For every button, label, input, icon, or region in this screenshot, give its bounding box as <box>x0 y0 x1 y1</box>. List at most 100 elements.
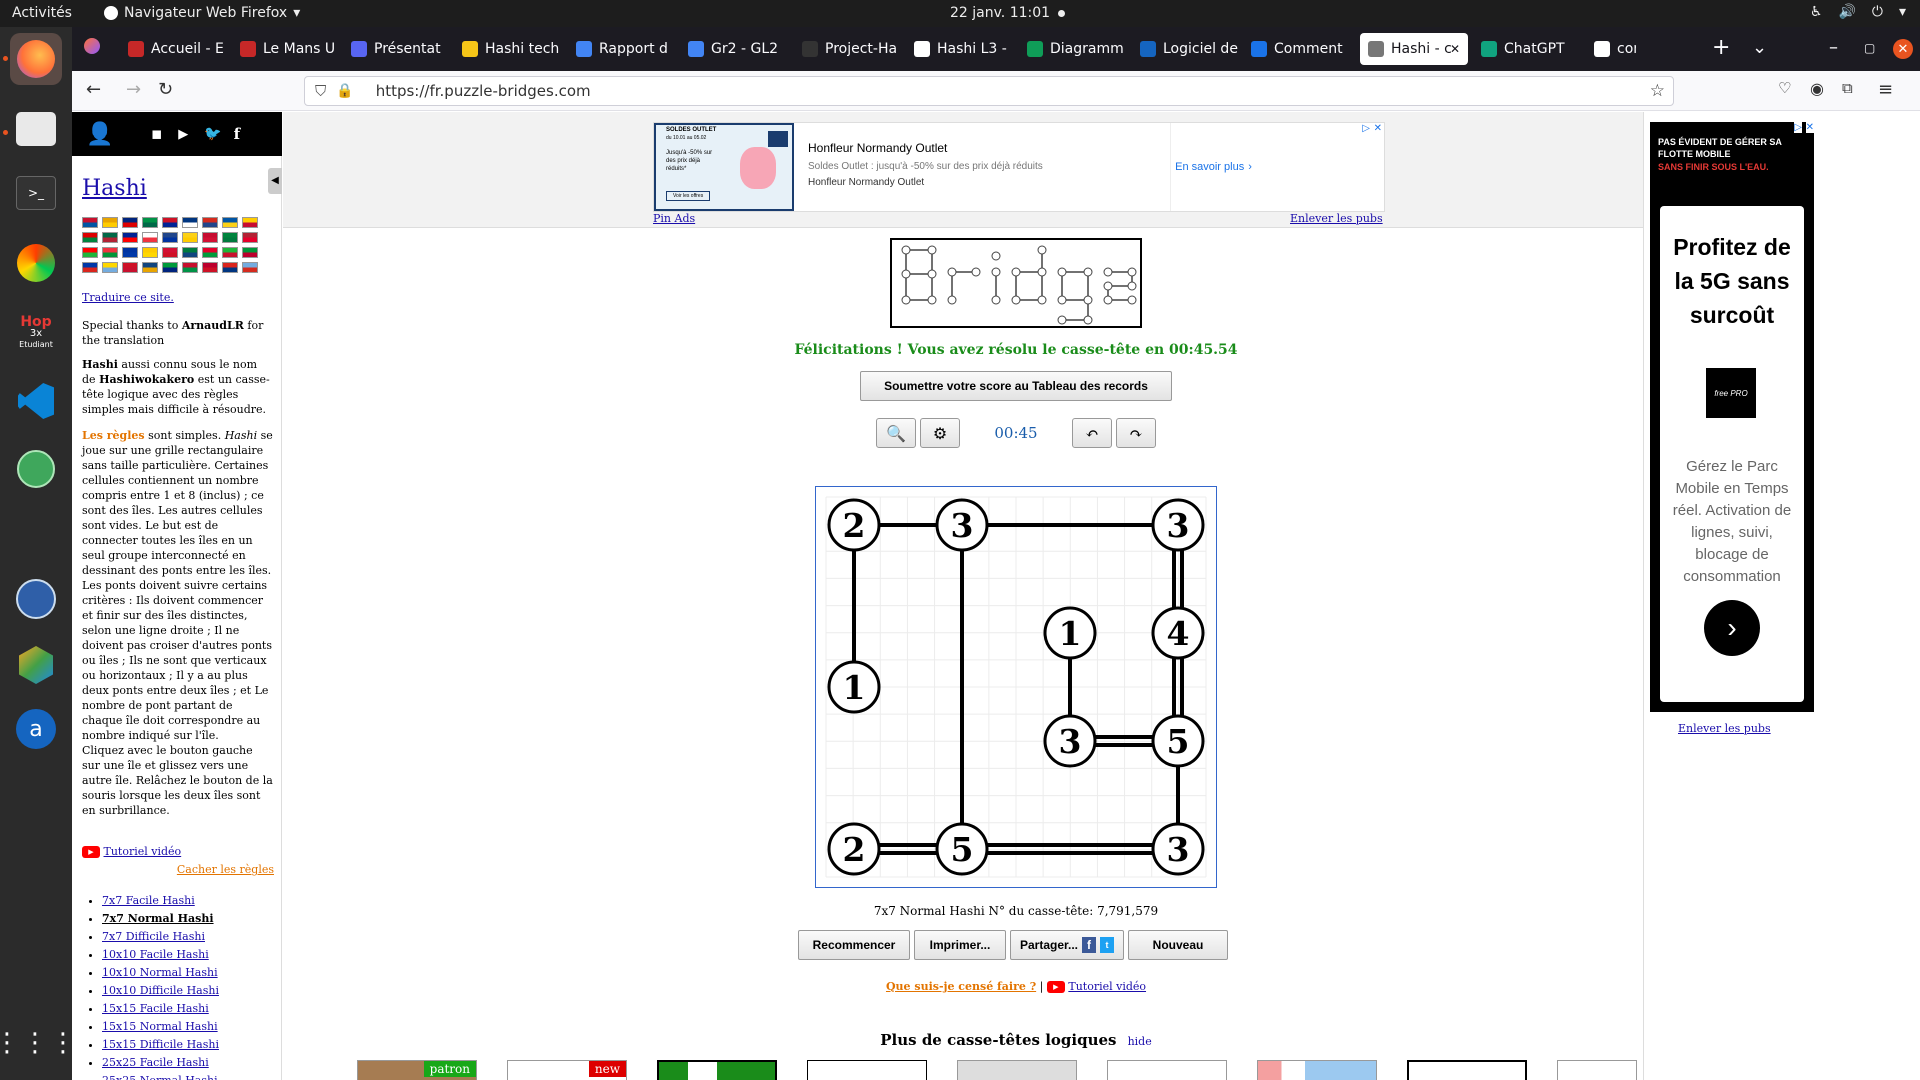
island[interactable]: 3 <box>1151 498 1205 552</box>
tab-5[interactable]: Rapport d <box>568 33 676 65</box>
app-launcher-1[interactable] <box>10 237 62 289</box>
vscode-launcher[interactable] <box>10 375 62 427</box>
twitter-icon[interactable]: t <box>1100 937 1115 953</box>
language-flag-icon[interactable] <box>182 247 198 258</box>
url-bar[interactable]: ⛉ 🔒 https://fr.puzzle-bridges.com ☆ <box>304 76 1674 106</box>
language-flag-icon[interactable] <box>242 232 258 243</box>
cube-launcher[interactable] <box>10 639 62 691</box>
puzzle-thumb-3[interactable] <box>657 1060 777 1080</box>
tab-10[interactable]: Logiciel de <box>1132 33 1240 65</box>
variant-item[interactable]: 15x15 Facile Hashi <box>102 1000 219 1018</box>
side-ad-banner[interactable]: PAS ÉVIDENT DE GÉRER SA FLOTTE MOBILE SA… <box>1650 122 1814 712</box>
language-flag-icon[interactable] <box>162 232 178 243</box>
language-flag-icon[interactable] <box>142 232 158 243</box>
facebook-icon[interactable]: f <box>1082 937 1097 953</box>
variant-link[interactable]: 25x25 Facile Hashi <box>102 1056 209 1069</box>
back-button[interactable]: ← <box>86 79 101 100</box>
user-icon[interactable]: 👤 <box>86 122 113 147</box>
hide-more-link[interactable]: hide <box>1128 1035 1152 1048</box>
variant-item[interactable]: 10x10 Normal Hashi <box>102 964 219 982</box>
language-flag-icon[interactable] <box>82 262 98 273</box>
tab-12[interactable]: Hashi - c ✕ <box>1360 33 1468 65</box>
variant-link[interactable]: 7x7 Normal Hashi <box>102 912 214 925</box>
show-apps-button[interactable]: ⋮⋮⋮ <box>0 1017 76 1069</box>
what-to-do-link[interactable]: Que suis-je censé faire ? <box>886 980 1036 993</box>
language-flag-icon[interactable] <box>162 247 178 258</box>
island[interactable]: 1 <box>1043 606 1097 660</box>
hop3x-launcher[interactable]: Hop 3x Etudiant <box>10 307 62 359</box>
translate-link[interactable]: Traduire ce site. <box>82 290 274 305</box>
puzzle-thumb-7[interactable] <box>1257 1060 1377 1080</box>
island[interactable]: 4 <box>1151 606 1205 660</box>
chevron-down-icon[interactable]: ▾ <box>1899 4 1906 20</box>
island[interactable]: 3 <box>935 498 989 552</box>
language-flag-icon[interactable] <box>182 217 198 228</box>
tab-7[interactable]: Project-Ha <box>794 33 902 65</box>
close-window-button[interactable]: ✕ <box>1893 39 1913 59</box>
language-flag-icon[interactable] <box>102 247 118 258</box>
minimize-button[interactable]: – <box>1829 37 1838 58</box>
variant-item[interactable]: 7x7 Facile Hashi <box>102 892 219 910</box>
language-flag-icon[interactable] <box>82 247 98 258</box>
adchoices-icon[interactable]: ▷ <box>1362 123 1370 134</box>
hide-rules-link[interactable]: Cacher les règles <box>82 862 274 877</box>
close-tab-icon[interactable]: ✕ <box>1450 42 1460 56</box>
app-menu[interactable]: Navigateur Web Firefox ▾ <box>104 5 300 21</box>
puzzle-thumb-6[interactable] <box>1107 1060 1227 1080</box>
language-flag-icon[interactable] <box>102 217 118 228</box>
restart-button[interactable]: Recommencer <box>798 930 910 960</box>
bookmark-star-icon[interactable]: ☆ <box>1650 81 1665 101</box>
language-flag-icon[interactable] <box>222 247 238 258</box>
puzzle-thumb-2[interactable]: new <box>507 1060 627 1080</box>
language-flag-icon[interactable] <box>142 217 158 228</box>
variant-item[interactable]: 15x15 Normal Hashi <box>102 1018 219 1036</box>
language-flag-icon[interactable] <box>202 217 218 228</box>
language-flag-icon[interactable] <box>202 247 218 258</box>
bridges-logo[interactable] <box>890 238 1142 328</box>
system-tray[interactable]: ♿ 🔊 ⏻ ▾ <box>1810 4 1906 20</box>
files-launcher[interactable] <box>10 103 62 155</box>
side-remove-ads-link[interactable]: Enlever les pubs <box>1678 722 1771 735</box>
variant-item[interactable]: 7x7 Difficile Hashi <box>102 928 219 946</box>
variant-item[interactable]: 25x25 Normal Hashi <box>102 1072 219 1080</box>
language-flag-icon[interactable] <box>122 262 138 273</box>
language-flag-icon[interactable] <box>82 217 98 228</box>
tab-13[interactable]: ChatGPT <box>1473 33 1581 65</box>
language-flag-icon[interactable] <box>222 262 238 273</box>
language-flag-icon[interactable] <box>82 232 98 243</box>
variant-link[interactable]: 10x10 Facile Hashi <box>102 948 209 961</box>
variant-link[interactable]: 15x15 Normal Hashi <box>102 1020 218 1033</box>
language-flag-icon[interactable] <box>202 262 218 273</box>
pocket-icon[interactable]: ♡ <box>1778 79 1791 97</box>
language-flag-icon[interactable] <box>242 262 258 273</box>
island[interactable]: 3 <box>1151 822 1205 876</box>
reload-button[interactable]: ↻ <box>158 79 173 100</box>
translator-launcher[interactable]: a <box>10 703 62 755</box>
list-tabs-button[interactable]: ⌄ <box>1752 37 1767 58</box>
language-flag-icon[interactable] <box>202 232 218 243</box>
discord-icon[interactable]: ◼ <box>151 127 162 142</box>
terminal-launcher[interactable]: >_ <box>10 167 62 219</box>
zoom-button[interactable]: 🔍 <box>876 418 916 448</box>
variant-item[interactable]: 7x7 Normal Hashi <box>102 910 219 928</box>
variant-link[interactable]: 10x10 Normal Hashi <box>102 966 218 979</box>
island[interactable]: 5 <box>1151 714 1205 768</box>
puzzle-thumb-4[interactable] <box>807 1060 927 1080</box>
settings-button[interactable]: ⚙ <box>920 418 960 448</box>
tab-2[interactable]: Le Mans U <box>232 33 340 65</box>
language-flag-icon[interactable] <box>122 217 138 228</box>
sidebar-title[interactable]: Hashi <box>82 176 147 201</box>
power-icon[interactable]: ⏻ <box>1872 4 1883 20</box>
close-ad-icon[interactable]: ✕ <box>1805 122 1814 133</box>
shield-icon[interactable]: ⛉ <box>315 82 326 100</box>
youtube-icon[interactable]: ▶ <box>1046 981 1065 993</box>
variant-item[interactable]: 10x10 Facile Hashi <box>102 946 219 964</box>
island[interactable]: 1 <box>827 660 881 714</box>
puzzle-thumb-8[interactable] <box>1407 1060 1527 1080</box>
variant-link[interactable]: 7x7 Facile Hashi <box>102 894 195 907</box>
language-flag-icon[interactable] <box>142 262 158 273</box>
twitter-icon[interactable]: 🐦 <box>204 126 221 142</box>
island[interactable]: 5 <box>935 822 989 876</box>
speaker-icon[interactable]: 🔊 <box>1838 4 1855 20</box>
language-flag-icon[interactable] <box>242 247 258 258</box>
